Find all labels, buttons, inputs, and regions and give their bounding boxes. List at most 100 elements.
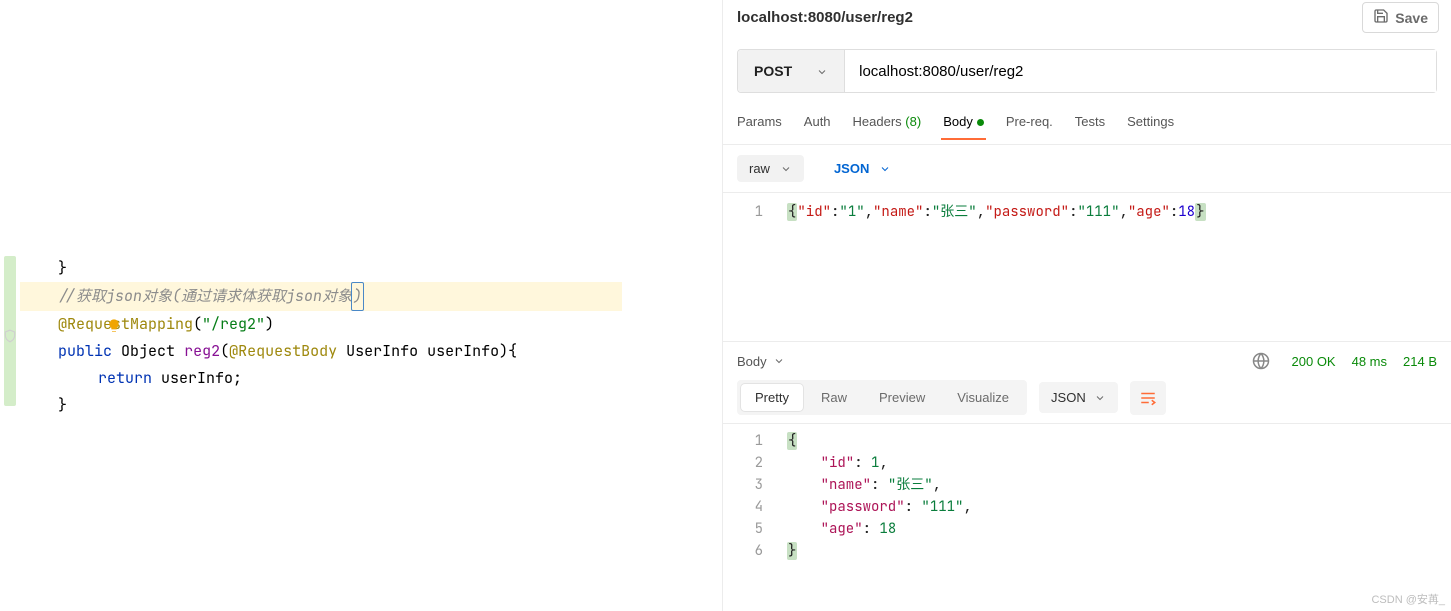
body-options-row: raw JSON xyxy=(723,145,1451,192)
lightbulb-icon[interactable] xyxy=(34,289,50,305)
code-text: } xyxy=(787,540,1451,562)
editor-gutter xyxy=(0,0,20,611)
type: Object xyxy=(121,338,175,365)
response-body-viewer[interactable]: 1{2 "id": 1,3 "name": "张三",4 "password":… xyxy=(723,423,1451,568)
postman-pane: localhost:8080/user/reg2 Save POST Param… xyxy=(722,0,1451,611)
annotation: @RequestBody xyxy=(229,338,337,365)
code-line-comment: //获取json对象(通过请求体获取json对象) xyxy=(20,282,622,311)
code-comment: //获取json对象(通过请求体获取json对象 xyxy=(58,283,352,310)
body-lang-select[interactable]: JSON xyxy=(822,155,903,182)
code-line: 6} xyxy=(723,540,1451,562)
chevron-down-icon xyxy=(816,65,828,77)
code-line: 2 "id": 1, xyxy=(723,452,1451,474)
expr: userInfo; xyxy=(161,365,242,392)
save-icon xyxy=(1373,8,1389,27)
request-row: POST xyxy=(737,49,1437,93)
tab-settings[interactable]: Settings xyxy=(1127,114,1174,139)
tab-params[interactable]: Params xyxy=(737,114,782,139)
line-number: 3 xyxy=(723,474,787,496)
code-line: 4 "password": "111", xyxy=(723,496,1451,518)
code-line: return userInfo; xyxy=(20,365,722,392)
string-literal: "/reg2" xyxy=(202,311,265,338)
code-body[interactable]: } //获取json对象(通过请求体获取json对象) @RequestMapp… xyxy=(20,0,722,611)
unsaved-dot-icon xyxy=(977,119,984,126)
code-line: } xyxy=(20,392,722,419)
http-method: POST xyxy=(754,63,792,79)
request-body-editor[interactable]: 1{"id":"1","name":"张三","password":"111",… xyxy=(723,192,1451,342)
response-view-tabs: PrettyRawPreviewVisualize JSON xyxy=(723,380,1451,423)
url-input[interactable] xyxy=(845,50,1436,92)
tab-label: Tests xyxy=(1075,114,1105,129)
chevron-down-icon xyxy=(1094,392,1106,404)
chevron-down-icon xyxy=(780,163,792,175)
tab-headers[interactable]: Headers (8) xyxy=(853,114,922,139)
view-pill-group: PrettyRawPreviewVisualize xyxy=(737,380,1027,415)
response-section-select[interactable]: Body xyxy=(737,354,785,369)
keyword: return xyxy=(98,365,152,392)
line-number: 6 xyxy=(723,540,787,562)
view-pill-visualize[interactable]: Visualize xyxy=(943,384,1023,411)
response-bar: Body 200 OK 48 ms 214 B xyxy=(723,342,1451,380)
tab-count: (8) xyxy=(902,114,922,129)
body-lang-label: JSON xyxy=(834,161,869,176)
line-number: 5 xyxy=(723,518,787,540)
view-pill-preview[interactable]: Preview xyxy=(865,384,939,411)
code-line: 3 "name": "张三", xyxy=(723,474,1451,496)
save-label: Save xyxy=(1395,10,1428,26)
tab-label: Body xyxy=(943,114,973,129)
chevron-down-icon xyxy=(773,355,785,367)
response-format-label: JSON xyxy=(1051,390,1086,405)
code-line: 5 "age": 18 xyxy=(723,518,1451,540)
globe-icon[interactable] xyxy=(1252,352,1270,370)
tab-tests[interactable]: Tests xyxy=(1075,114,1105,139)
response-meta: 200 OK 48 ms 214 B xyxy=(1252,352,1437,370)
response-section-label: Body xyxy=(737,354,767,369)
line-number: 1 xyxy=(723,201,787,223)
tab-label: Params xyxy=(737,114,782,129)
view-pill-pretty[interactable]: Pretty xyxy=(741,384,803,411)
method-name: reg2 xyxy=(184,338,220,365)
body-mode-select[interactable]: raw xyxy=(737,155,804,182)
tab-label: Settings xyxy=(1127,114,1174,129)
code-editor-pane: } //获取json对象(通过请求体获取json对象) @RequestMapp… xyxy=(0,0,722,611)
code-line: @RequestMapping("/reg2") xyxy=(20,311,722,338)
code-text: { xyxy=(787,430,1451,452)
line-number: 1 xyxy=(723,430,787,452)
tab-label: Headers xyxy=(853,114,902,129)
watermark: CSDN @安苒_ xyxy=(1371,591,1445,607)
code-text: {"id":"1","name":"张三","password":"111","… xyxy=(787,201,1451,223)
tab-pre-req-[interactable]: Pre-req. xyxy=(1006,114,1053,139)
save-button[interactable]: Save xyxy=(1362,2,1439,33)
param-type: UserInfo xyxy=(346,338,418,365)
line-number: 2 xyxy=(723,452,787,474)
code-text: "age": 18 xyxy=(787,518,1451,540)
code-line: 1{"id":"1","name":"张三","password":"111",… xyxy=(723,201,1451,223)
param-name: userInfo xyxy=(427,338,499,365)
paren-close: ){ xyxy=(499,338,517,365)
http-method-select[interactable]: POST xyxy=(738,50,845,92)
tab-label: Pre-req. xyxy=(1006,114,1053,129)
request-title: localhost:8080/user/reg2 xyxy=(737,9,913,26)
shield-icon xyxy=(3,329,17,343)
paren-open: ( xyxy=(193,311,202,338)
paren-open: ( xyxy=(220,338,229,365)
tab-body[interactable]: Body xyxy=(943,114,984,139)
body-mode-label: raw xyxy=(749,161,770,176)
caret: ) xyxy=(351,282,364,311)
code-text: "password": "111", xyxy=(787,496,1451,518)
wrap-lines-button[interactable] xyxy=(1130,381,1166,415)
chevron-down-icon xyxy=(879,163,891,175)
tab-auth[interactable]: Auth xyxy=(804,114,831,139)
response-format-select[interactable]: JSON xyxy=(1039,382,1118,413)
status-code: 200 OK xyxy=(1292,354,1336,369)
paren-close: ) xyxy=(265,311,274,338)
code-text: "name": "张三", xyxy=(787,474,1451,496)
code-line: } xyxy=(20,255,722,282)
response-time: 48 ms xyxy=(1352,354,1387,369)
brace-close: } xyxy=(58,392,67,419)
request-tabs: Params Auth Headers (8) Body Pre-req. Tests Se… xyxy=(723,109,1451,145)
code-text: "id": 1, xyxy=(787,452,1451,474)
line-number: 4 xyxy=(723,496,787,518)
code-line: public Object reg2(@RequestBody UserInfo… xyxy=(20,338,722,365)
view-pill-raw[interactable]: Raw xyxy=(807,384,861,411)
